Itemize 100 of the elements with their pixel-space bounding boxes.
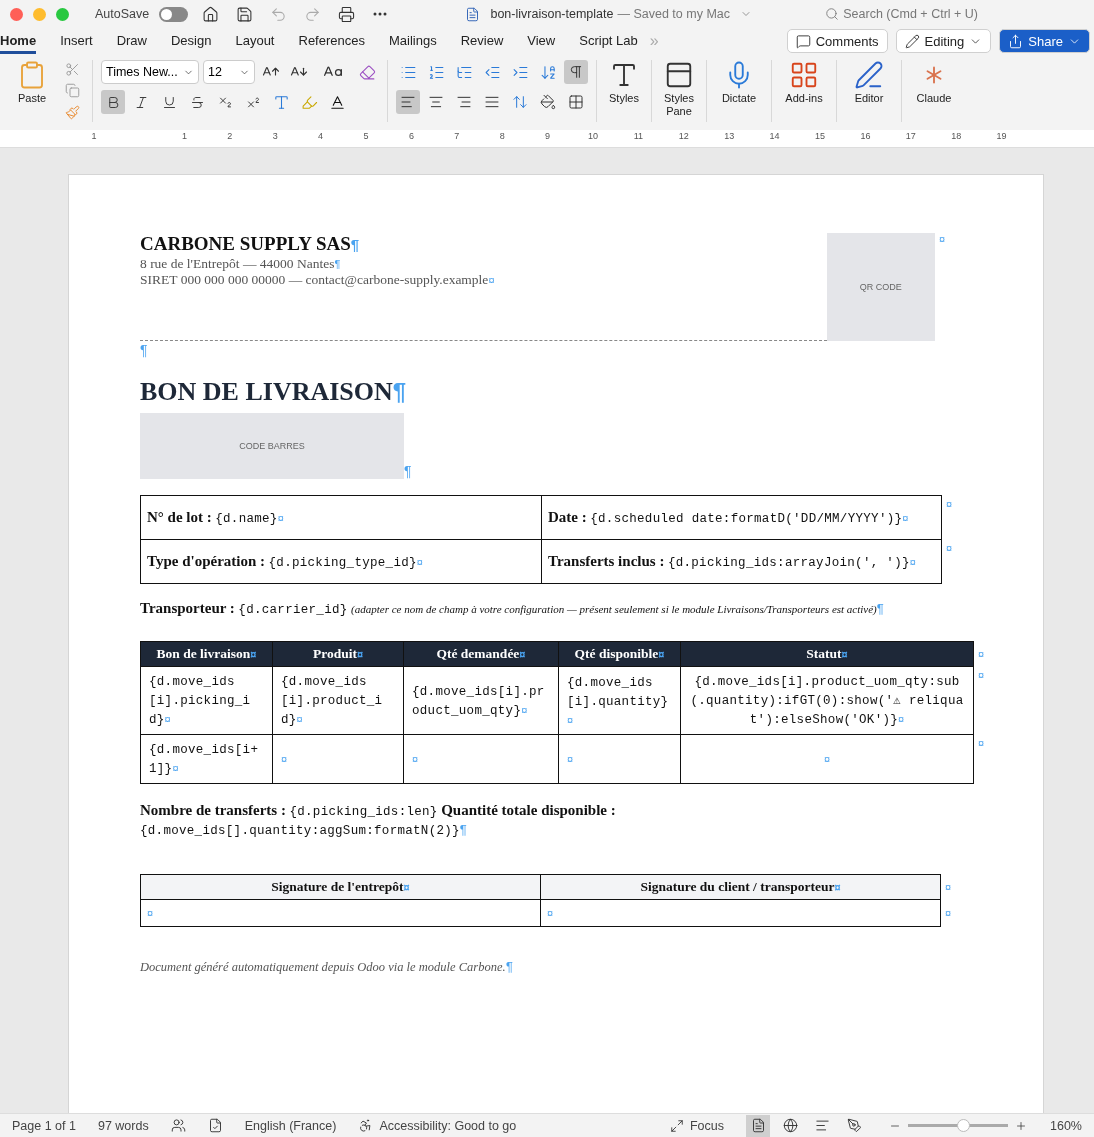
language-status[interactable]: English (France) bbox=[244, 1118, 337, 1133]
ruler-number: 11 bbox=[633, 131, 644, 141]
font-field[interactable]: Times New... bbox=[101, 60, 199, 84]
share-button[interactable]: Share bbox=[999, 29, 1090, 53]
ribbon-tab[interactable]: Home bbox=[0, 28, 37, 54]
row-mark: ¤ bbox=[978, 668, 985, 681]
ruler-number: 9 bbox=[545, 131, 551, 141]
ruler-number: 10 bbox=[588, 131, 598, 141]
ruler-number: 6 bbox=[408, 131, 414, 141]
page-count[interactable]: Page 1 of 1 bbox=[12, 1118, 76, 1133]
print-layout-button[interactable] bbox=[746, 1114, 770, 1137]
paste-button[interactable]: Paste bbox=[12, 60, 52, 122]
placeholder-label: QR CODE bbox=[859, 282, 902, 292]
pencil-icon bbox=[904, 33, 920, 49]
paragraph-mark: ¶ bbox=[140, 342, 148, 358]
borders-icon bbox=[568, 94, 584, 110]
search-field[interactable]: Search (Cmd + Ctrl + U) bbox=[843, 7, 978, 21]
placeholder-label: CODE BARRES bbox=[239, 441, 305, 451]
ribbon-tab[interactable]: Design bbox=[171, 28, 212, 54]
ribbon-tab[interactable]: Script Lab bbox=[579, 28, 638, 54]
ruler-number: 16 bbox=[860, 131, 871, 141]
row-mark: ¤ bbox=[978, 736, 985, 749]
subscript-icon bbox=[217, 94, 233, 110]
show-marks-button[interactable] bbox=[564, 60, 588, 84]
ribbon-tab[interactable]: Draw bbox=[116, 28, 147, 54]
ruler-number: 1 bbox=[181, 131, 187, 141]
save-status: — Saved to my Mac bbox=[617, 7, 730, 21]
ribbon-button[interactable]: Dictate bbox=[713, 60, 765, 105]
ruler-number: 14 bbox=[769, 131, 780, 141]
table-cell: {d.move_ids[i+1]}¤ bbox=[140, 734, 273, 784]
sort-icon bbox=[539, 63, 557, 81]
ruler-number: 4 bbox=[318, 131, 324, 141]
info-cell: Type d'opération : {d.picking_type_id}¤ bbox=[140, 539, 542, 584]
ruler-number: 2 bbox=[227, 131, 233, 141]
save-icon bbox=[235, 5, 253, 23]
ribbon-button[interactable]: Claude bbox=[908, 60, 960, 105]
table-cell: ¤ bbox=[403, 734, 559, 784]
bold-button[interactable] bbox=[101, 90, 125, 114]
zoom-thumb[interactable] bbox=[957, 1119, 970, 1132]
table-cell: {d.move_ids[i].product_uom_qty}¤ bbox=[403, 666, 559, 735]
company-name: CARBONE SUPPLY SAS¶ bbox=[140, 233, 361, 256]
paragraph-mark: ¶ bbox=[404, 463, 412, 479]
grid-icon bbox=[789, 60, 819, 90]
eraser-icon bbox=[358, 63, 376, 81]
comment-icon bbox=[795, 33, 811, 49]
autosave-toggle[interactable] bbox=[159, 6, 189, 22]
accessibility-status[interactable]: Accessibility: Good to go bbox=[358, 1118, 517, 1133]
scissors-icon bbox=[64, 62, 80, 78]
table-cell: {d.move_ids[i].product_id}¤ bbox=[272, 666, 404, 735]
ruler-number: 19 bbox=[996, 131, 1007, 141]
font-color-icon bbox=[328, 93, 346, 111]
ribbon-button[interactable]: Editor bbox=[843, 60, 895, 105]
column-header: Bon de livraison¤ bbox=[140, 641, 273, 667]
signature-header: Signature du client / transporteur¤ bbox=[540, 874, 941, 900]
ruler-number: 13 bbox=[724, 131, 735, 141]
ruler-number: 5 bbox=[363, 131, 369, 141]
paint-bucket-icon bbox=[540, 94, 556, 110]
ribbon-tab[interactable]: Review bbox=[460, 28, 504, 54]
font-size-field[interactable]: 12 bbox=[203, 60, 255, 84]
people-icon bbox=[170, 1118, 186, 1133]
company-address: 8 rue de l'Entrepôt — 44000 Nantes¶ bbox=[140, 256, 342, 272]
pen-icon bbox=[846, 1118, 862, 1133]
totals-line: Nombre de transferts : {d.picking_ids:len} Quantité totale disponible : {d.move_ids[].quantity:aggSum:formatN(2)}¶ bbox=[140, 802, 617, 840]
ribbon-tab[interactable]: References bbox=[298, 28, 365, 54]
ruler-number: 8 bbox=[499, 131, 505, 141]
ruler-number: 1 bbox=[91, 131, 97, 141]
column-header: Statut¤ bbox=[680, 641, 974, 667]
cell-mark: ¤ bbox=[938, 233, 945, 247]
ribbon-tab[interactable]: Mailings bbox=[389, 28, 437, 54]
document-title: bon-livraison-template bbox=[490, 7, 614, 21]
ribbon-tab[interactable]: View bbox=[527, 28, 556, 54]
document-check-icon bbox=[207, 1118, 223, 1133]
comments-button[interactable]: Comments bbox=[786, 29, 888, 53]
focus-button[interactable]: Focus bbox=[669, 1118, 724, 1133]
numbered-list-icon bbox=[427, 63, 445, 81]
editing-button[interactable]: Editing bbox=[895, 29, 992, 53]
align-left-button[interactable] bbox=[396, 90, 420, 114]
ribbon-tab[interactable]: Insert bbox=[60, 28, 93, 54]
close-button[interactable] bbox=[10, 7, 23, 21]
copy-icon bbox=[64, 83, 80, 99]
align-left-icon bbox=[400, 94, 416, 110]
globe-icon bbox=[782, 1118, 798, 1133]
ribbon-button[interactable]: Styles bbox=[603, 60, 645, 105]
ribbon-tab[interactable]: Layout bbox=[235, 28, 275, 54]
ruler-number: 15 bbox=[815, 131, 825, 141]
share-icon bbox=[1008, 33, 1024, 49]
company-contact: SIRET 000 000 000 00000 — contact@carbone-supply.example¤ bbox=[140, 272, 496, 288]
text-effects-icon bbox=[272, 93, 290, 111]
table-cell: ¤ bbox=[558, 734, 681, 784]
ruler-number: 17 bbox=[905, 131, 916, 141]
superscript-icon bbox=[245, 94, 261, 110]
zoom-level[interactable]: 160% bbox=[1050, 1118, 1082, 1133]
table-cell: ¤ bbox=[272, 734, 404, 784]
word-count[interactable]: 97 words bbox=[97, 1118, 149, 1133]
ribbon-button[interactable]: Styles Pane bbox=[658, 60, 700, 118]
line-spacing-icon bbox=[512, 94, 528, 110]
zoom-button[interactable] bbox=[56, 7, 69, 21]
info-cell: Date : {d.scheduled date:formatD('DD/MM/YYYY')}¤ bbox=[541, 495, 942, 540]
expand-icon bbox=[669, 1118, 684, 1133]
ribbon-button[interactable]: Add-ins bbox=[778, 60, 830, 105]
